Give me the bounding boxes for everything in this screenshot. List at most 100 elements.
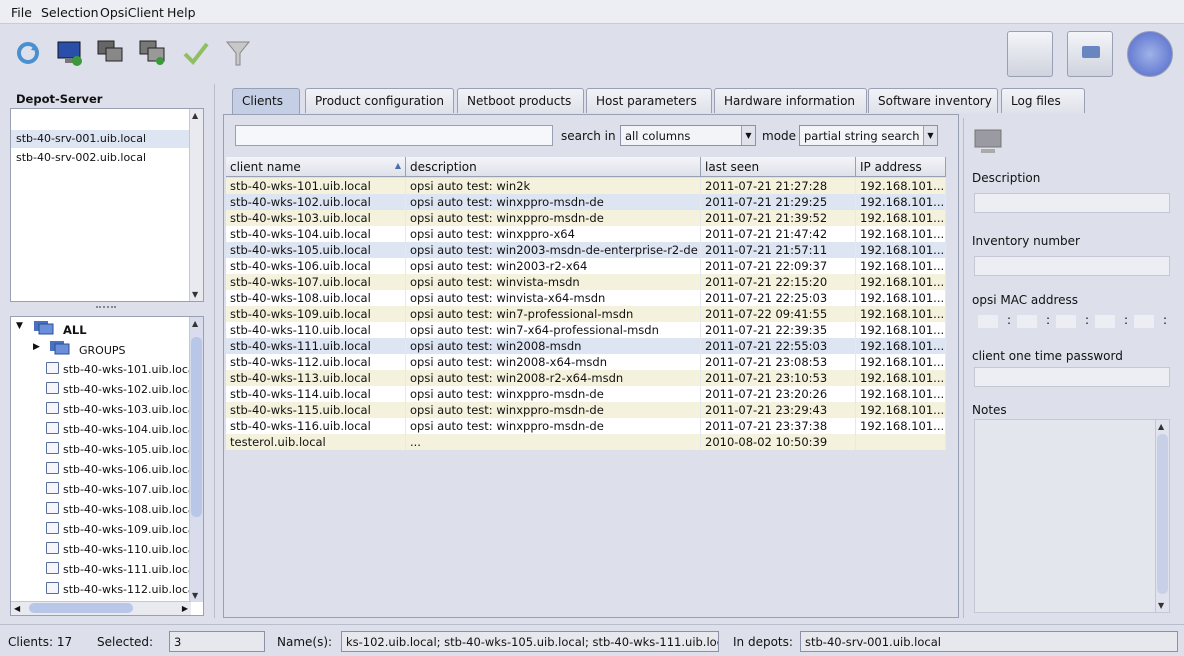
opsi-logo-button[interactable] <box>1127 31 1173 77</box>
table-row[interactable]: stb-40-wks-102.uib.local opsi auto test: … <box>226 194 946 210</box>
table-row[interactable]: stb-40-wks-115.uib.local opsi auto test: … <box>226 402 946 418</box>
table-cell: stb-40-wks-109.uib.local <box>226 306 406 322</box>
table-row[interactable]: stb-40-wks-114.uib.local opsi auto test: … <box>226 386 946 402</box>
tab-netboot-products[interactable]: Netboot products <box>457 88 584 113</box>
table-cell: 2011-07-21 21:29:25 <box>701 194 856 210</box>
reload-icon[interactable] <box>13 38 43 68</box>
computer-icon <box>46 502 59 514</box>
table-cell: stb-40-wks-106.uib.local <box>226 258 406 274</box>
column-header-last-seen[interactable]: last seen <box>701 157 856 177</box>
table-cell: stb-40-wks-115.uib.local <box>226 402 406 418</box>
table-row[interactable]: stb-40-wks-116.uib.local opsi auto test: … <box>226 418 946 434</box>
search-in-select[interactable]: all columns ▼ <box>620 125 756 146</box>
table-cell: 2011-07-21 23:20:26 <box>701 386 856 402</box>
table-row[interactable]: stb-40-wks-104.uib.local opsi auto test: … <box>226 226 946 242</box>
table-cell: 2011-07-21 22:15:20 <box>701 274 856 290</box>
mac-field[interactable]: : : : : : <box>978 313 1178 329</box>
table-cell: opsi auto test: winxppro-msdn-de <box>406 194 701 210</box>
checkmark-icon[interactable] <box>181 38 211 68</box>
table-cell: opsi auto test: win2008-r2-x64-msdn <box>406 370 701 386</box>
depot-item[interactable]: stb-40-srv-002.uib.local <box>16 151 146 164</box>
tab-hardware-information[interactable]: Hardware information <box>714 88 867 113</box>
tab-bar: Clients Product configuration Netboot pr… <box>232 88 1085 114</box>
table-cell: 192.168.101... <box>856 386 946 402</box>
table-row[interactable]: stb-40-wks-113.uib.local opsi auto test: … <box>226 370 946 386</box>
notes-textarea[interactable]: ▲ ▼ <box>974 419 1170 613</box>
new-client-icon[interactable] <box>55 38 85 68</box>
column-header-ip-address[interactable]: IP address <box>856 157 946 177</box>
table-row[interactable]: stb-40-wks-106.uib.local opsi auto test: … <box>226 258 946 274</box>
mac-label: opsi MAC address <box>972 293 1079 307</box>
table-cell: opsi auto test: winxppro-msdn-de <box>406 402 701 418</box>
tab-product-configuration[interactable]: Product configuration <box>305 88 454 113</box>
table-cell: 2010-08-02 10:50:39 <box>701 434 856 450</box>
depots-field: stb-40-srv-001.uib.local <box>800 631 1178 652</box>
table-cell: stb-40-wks-114.uib.local <box>226 386 406 402</box>
table-row[interactable]: stb-40-wks-108.uib.local opsi auto test: … <box>226 290 946 306</box>
table-cell: opsi auto test: winxppro-msdn-de <box>406 418 701 434</box>
clients-icon[interactable] <box>96 38 126 68</box>
table-cell: stb-40-wks-102.uib.local <box>226 194 406 210</box>
grid-view-button[interactable] <box>1007 31 1053 77</box>
table-cell: stb-40-wks-112.uib.local <box>226 354 406 370</box>
depot-scrollbar[interactable]: ▲ ▼ <box>189 109 203 301</box>
table-cell: stb-40-wks-104.uib.local <box>226 226 406 242</box>
table-row[interactable]: stb-40-wks-109.uib.local opsi auto test: … <box>226 306 946 322</box>
chevron-down-icon: ▼ <box>741 126 755 145</box>
search-input[interactable] <box>235 125 553 146</box>
table-cell: stb-40-wks-111.uib.local <box>226 338 406 354</box>
table-row[interactable]: stb-40-wks-101.uib.local opsi auto test: … <box>226 178 946 194</box>
notes-label: Notes <box>972 403 1007 417</box>
table-cell: 2011-07-21 23:29:43 <box>701 402 856 418</box>
tab-host-parameters[interactable]: Host parameters <box>586 88 712 113</box>
computer-icon <box>46 482 59 494</box>
menu-bar: File Selection OpsiClient Help <box>0 0 1184 24</box>
clients-action-icon[interactable] <box>138 38 168 68</box>
inventory-field[interactable] <box>974 256 1170 276</box>
table-row[interactable]: stb-40-wks-111.uib.local opsi auto test: … <box>226 338 946 354</box>
computer-icon <box>46 562 59 574</box>
collapse-icon[interactable]: ▼ <box>16 321 23 331</box>
filter-icon[interactable] <box>223 38 253 68</box>
tab-software-inventory[interactable]: Software inventory <box>868 88 998 113</box>
column-header-client-name[interactable]: client name ▲ <box>226 157 406 177</box>
table-cell: opsi auto test: win7-professional-msdn <box>406 306 701 322</box>
menu-opsiclient[interactable]: OpsiClient <box>100 5 164 20</box>
description-field[interactable] <box>974 193 1170 213</box>
main-splitter[interactable] <box>214 84 218 618</box>
table-cell: stb-40-wks-107.uib.local <box>226 274 406 290</box>
table-cell: 2011-07-22 09:41:55 <box>701 306 856 322</box>
group-tree[interactable]: ▼ ALL ▶ GROUPS stb-40-wks-101.uib.local s… <box>10 316 204 616</box>
network-button[interactable] <box>1067 31 1113 77</box>
table-row[interactable]: stb-40-wks-103.uib.local opsi auto test: … <box>226 210 946 226</box>
menu-selection[interactable]: Selection <box>41 5 99 20</box>
expand-icon[interactable]: ▶ <box>33 342 40 352</box>
menu-file[interactable]: File <box>11 5 32 20</box>
otp-field[interactable] <box>974 367 1170 387</box>
splitter-handle[interactable] <box>96 306 116 310</box>
menu-help[interactable]: Help <box>167 5 196 20</box>
column-header-description[interactable]: description <box>406 157 701 177</box>
tree-scrollbar-h[interactable]: ◀ ▶ <box>11 601 191 615</box>
table-cell: stb-40-wks-103.uib.local <box>226 210 406 226</box>
clients-table: client name ▲ description last seen IP ad… <box>226 157 946 613</box>
table-cell: 2011-07-21 21:39:52 <box>701 210 856 226</box>
depot-list[interactable]: stb-40-srv-001.uib.local stb-40-srv-002.… <box>10 108 204 302</box>
table-row[interactable]: stb-40-wks-107.uib.local opsi auto test: … <box>226 274 946 290</box>
mode-select[interactable]: partial string search ▼ <box>799 125 938 146</box>
depot-title: Depot-Server <box>16 92 103 106</box>
table-row[interactable]: stb-40-wks-110.uib.local opsi auto test: … <box>226 322 946 338</box>
table-row[interactable]: testerol.uib.local... 2010-08-02 10:50:39 <box>226 434 946 450</box>
tree-scrollbar-v[interactable]: ▲ ▼ <box>189 317 203 602</box>
table-cell: stb-40-wks-110.uib.local <box>226 322 406 338</box>
clients-panel: search in all columns ▼ mode partial stri… <box>223 114 959 618</box>
tab-clients[interactable]: Clients <box>232 88 300 114</box>
clients-count: Clients: 17 <box>8 635 73 649</box>
table-cell: 192.168.101... <box>856 370 946 386</box>
table-row[interactable]: stb-40-wks-112.uib.local opsi auto test: … <box>226 354 946 370</box>
depot-item[interactable]: stb-40-srv-001.uib.local <box>16 132 146 145</box>
table-row[interactable]: stb-40-wks-105.uib.local opsi auto test: … <box>226 242 946 258</box>
table-cell: 2011-07-21 22:55:03 <box>701 338 856 354</box>
notes-scrollbar[interactable]: ▲ ▼ <box>1155 420 1169 612</box>
tab-log-files[interactable]: Log files <box>1001 88 1085 113</box>
